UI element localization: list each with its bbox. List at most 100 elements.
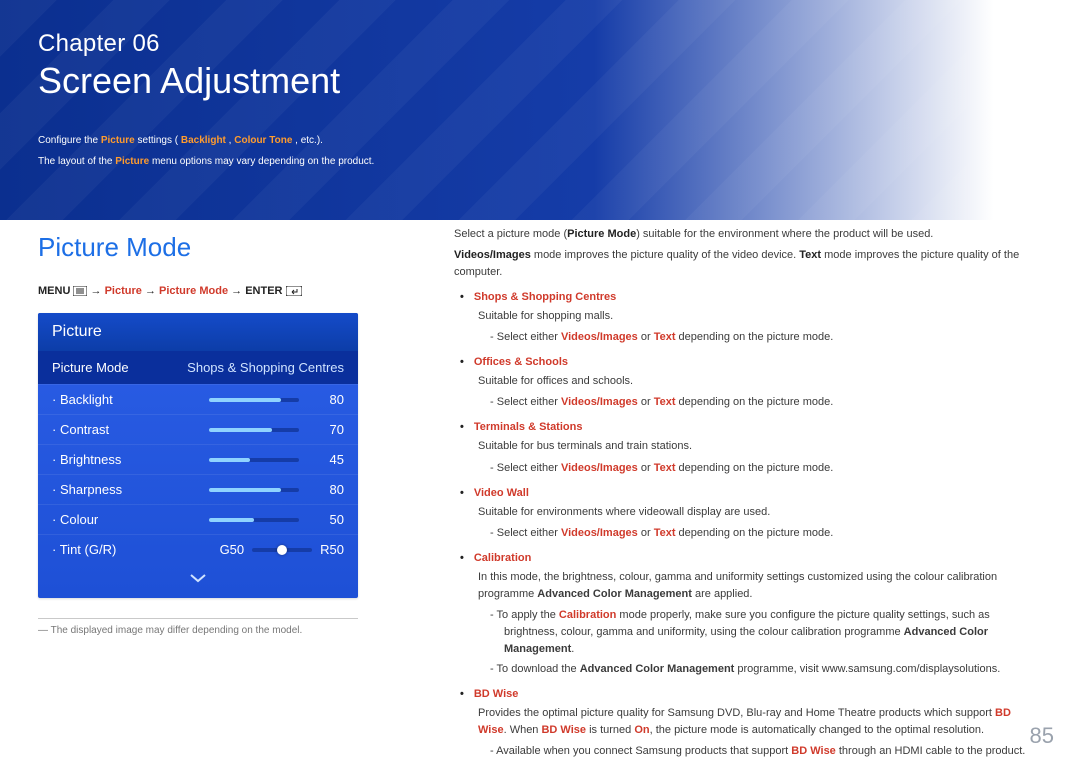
body-paragraph: Select a picture mode (Picture Mode) sui… <box>454 226 1042 243</box>
breadcrumb-menu: MENU <box>38 285 70 297</box>
osd-row-value: Shops & Shopping Centres <box>187 360 344 375</box>
mode-detail-list: Select either Videos/Images or Text depe… <box>490 329 1042 346</box>
breadcrumb-arrow: → <box>145 285 159 297</box>
mode-list-item: BD Wise Provides the optimal picture qual… <box>460 686 1042 763</box>
intro-keyword-picture: Picture <box>101 135 135 146</box>
body-text: mode improves the picture quality of the… <box>531 249 799 261</box>
mode-detail-item: Select either Videos/Images or Text depe… <box>490 525 1042 542</box>
osd-row-brightness[interactable]: Brightness45 <box>38 444 358 474</box>
mode-detail-list: Select either Videos/Images or Text depe… <box>490 394 1042 411</box>
mode-detail-list: To apply the Calibration mode properly, … <box>490 607 1042 678</box>
mode-title: Offices & Schools <box>460 356 568 368</box>
chapter-banner: Chapter 06 Screen Adjustment Configure t… <box>0 0 1080 220</box>
slider-fill <box>209 428 272 432</box>
banner-intro: Configure the Picture settings ( Backlig… <box>38 132 688 171</box>
intro-text: settings ( <box>138 135 179 146</box>
enter-icon <box>286 286 302 299</box>
mode-subtitle: Suitable for bus terminals and train sta… <box>478 438 1042 455</box>
osd-row-sharpness[interactable]: Sharpness 80 <box>38 474 358 504</box>
document-page: Chapter 06 Screen Adjustment Configure t… <box>0 0 1080 763</box>
osd-row-value: 45 <box>304 452 344 467</box>
mode-list-item: Terminals & Stations Suitable for bus ter… <box>460 419 1042 476</box>
chevron-down-icon[interactable] <box>38 564 358 598</box>
slider-track[interactable] <box>209 458 299 462</box>
footnote: The displayed image may differ depending… <box>38 625 418 636</box>
intro-keyword-picture: Picture <box>115 156 149 167</box>
intro-keyword-backlight: Backlight <box>181 135 226 146</box>
osd-row-label: Tint (G/R) <box>52 542 212 557</box>
slider-track[interactable] <box>209 428 299 432</box>
osd-row-value: 70 <box>304 422 344 437</box>
intro-text: menu options may vary depending on the p… <box>152 156 374 167</box>
mode-list-item: Video Wall Suitable for environments wher… <box>460 485 1042 542</box>
osd-menu-title: Picture <box>38 313 358 351</box>
left-column: Picture Mode MENU → Picture → Picture Mo… <box>38 226 418 733</box>
tint-left-value: G50 <box>220 542 245 557</box>
mode-subtitle: Suitable for offices and schools. <box>478 373 1042 390</box>
osd-row-picture-mode[interactable]: Picture Mode Shops & Shopping Centres <box>38 351 358 384</box>
breadcrumb-picture-mode: Picture Mode <box>159 285 228 297</box>
slider-fill <box>209 488 281 492</box>
mode-detail-item: To download the Advanced Color Managemen… <box>490 661 1042 678</box>
mode-list-item: Shops & Shopping Centres Suitable for sho… <box>460 289 1042 346</box>
mode-detail-list: Available when you connect Samsung produ… <box>490 743 1042 763</box>
mode-title: Terminals & Stations <box>460 421 582 433</box>
osd-row-value: 80 <box>304 482 344 497</box>
mode-subtitle: Suitable for environments where videowal… <box>478 504 1042 521</box>
mode-detail-item: Select either Videos/Images or Text depe… <box>490 329 1042 346</box>
intro-keyword-colour-tone: Colour Tone <box>234 135 292 146</box>
mode-list: Shops & Shopping Centres Suitable for sho… <box>460 289 1042 763</box>
keyword-picture-mode: Picture Mode <box>567 228 636 240</box>
intro-text: Configure the <box>38 135 101 146</box>
osd-row-value: 80 <box>304 392 344 407</box>
osd-menu-panel: Picture Picture Mode Shops & Shopping Ce… <box>38 313 358 598</box>
osd-row-label: Colour <box>52 512 209 527</box>
osd-row-tint[interactable]: Tint (G/R) G50 R50 <box>38 534 358 564</box>
intro-text: , etc.). <box>295 135 323 146</box>
osd-row-label: Backlight <box>52 392 209 407</box>
mode-title: Calibration <box>460 552 531 564</box>
slider-track[interactable] <box>209 398 299 402</box>
osd-row-label: Sharpness <box>52 482 209 497</box>
mode-title: BD Wise <box>460 688 518 700</box>
menu-icon <box>73 286 87 299</box>
content-area: Picture Mode MENU → Picture → Picture Mo… <box>38 226 1042 733</box>
breadcrumb-arrow: → <box>231 285 245 297</box>
mode-detail-list: Select either Videos/Images or Text depe… <box>490 460 1042 477</box>
page-number: 85 <box>1030 723 1054 749</box>
body-text: Select a picture mode ( <box>454 228 567 240</box>
mode-detail-item: To apply the Calibration mode properly, … <box>490 607 1042 658</box>
slider-fill <box>209 518 254 522</box>
mode-title: Video Wall <box>460 487 529 499</box>
mode-subtitle: Provides the optimal picture quality for… <box>478 705 1042 739</box>
mode-subtitle: Suitable for shopping malls. <box>478 308 1042 325</box>
mode-detail-item: Available when you connect Samsung produ… <box>490 743 1042 760</box>
mode-detail-list: Select either Videos/Images or Text depe… <box>490 525 1042 542</box>
tint-slider[interactable] <box>252 548 312 552</box>
keyword-videos-images: Videos/Images <box>454 249 531 261</box>
body-text: ) suitable for the environment where the… <box>636 228 933 240</box>
slider-fill <box>209 458 250 462</box>
osd-row-value: 50 <box>304 512 344 527</box>
osd-row-label: Contrast <box>52 422 209 437</box>
osd-row-backlight[interactable]: Backlight 80 <box>38 384 358 414</box>
tint-slider-handle[interactable] <box>277 545 287 555</box>
mode-detail-item: Select either Videos/Images or Text depe… <box>490 394 1042 411</box>
mode-list-item: Offices & Schools Suitable for offices an… <box>460 354 1042 411</box>
mode-list-item: CalibrationIn this mode, the brightness,… <box>460 550 1042 678</box>
osd-row-colour[interactable]: Colour 50 <box>38 504 358 534</box>
mode-title: Shops & Shopping Centres <box>460 291 616 303</box>
breadcrumb-picture: Picture <box>105 285 142 297</box>
breadcrumb-arrow: → <box>91 285 105 297</box>
mode-detail-item: Select either Videos/Images or Text depe… <box>490 460 1042 477</box>
slider-track[interactable] <box>209 488 299 492</box>
breadcrumb-enter: ENTER <box>245 285 282 297</box>
osd-row-contrast[interactable]: Contrast 70 <box>38 414 358 444</box>
slider-fill <box>209 398 281 402</box>
section-heading-picture-mode: Picture Mode <box>38 232 418 263</box>
slider-track[interactable] <box>209 518 299 522</box>
right-column: Select a picture mode (Picture Mode) sui… <box>454 226 1042 733</box>
tint-right-value: R50 <box>320 542 344 557</box>
intro-text: The layout of the <box>38 156 115 167</box>
keyword-text: Text <box>799 249 821 261</box>
